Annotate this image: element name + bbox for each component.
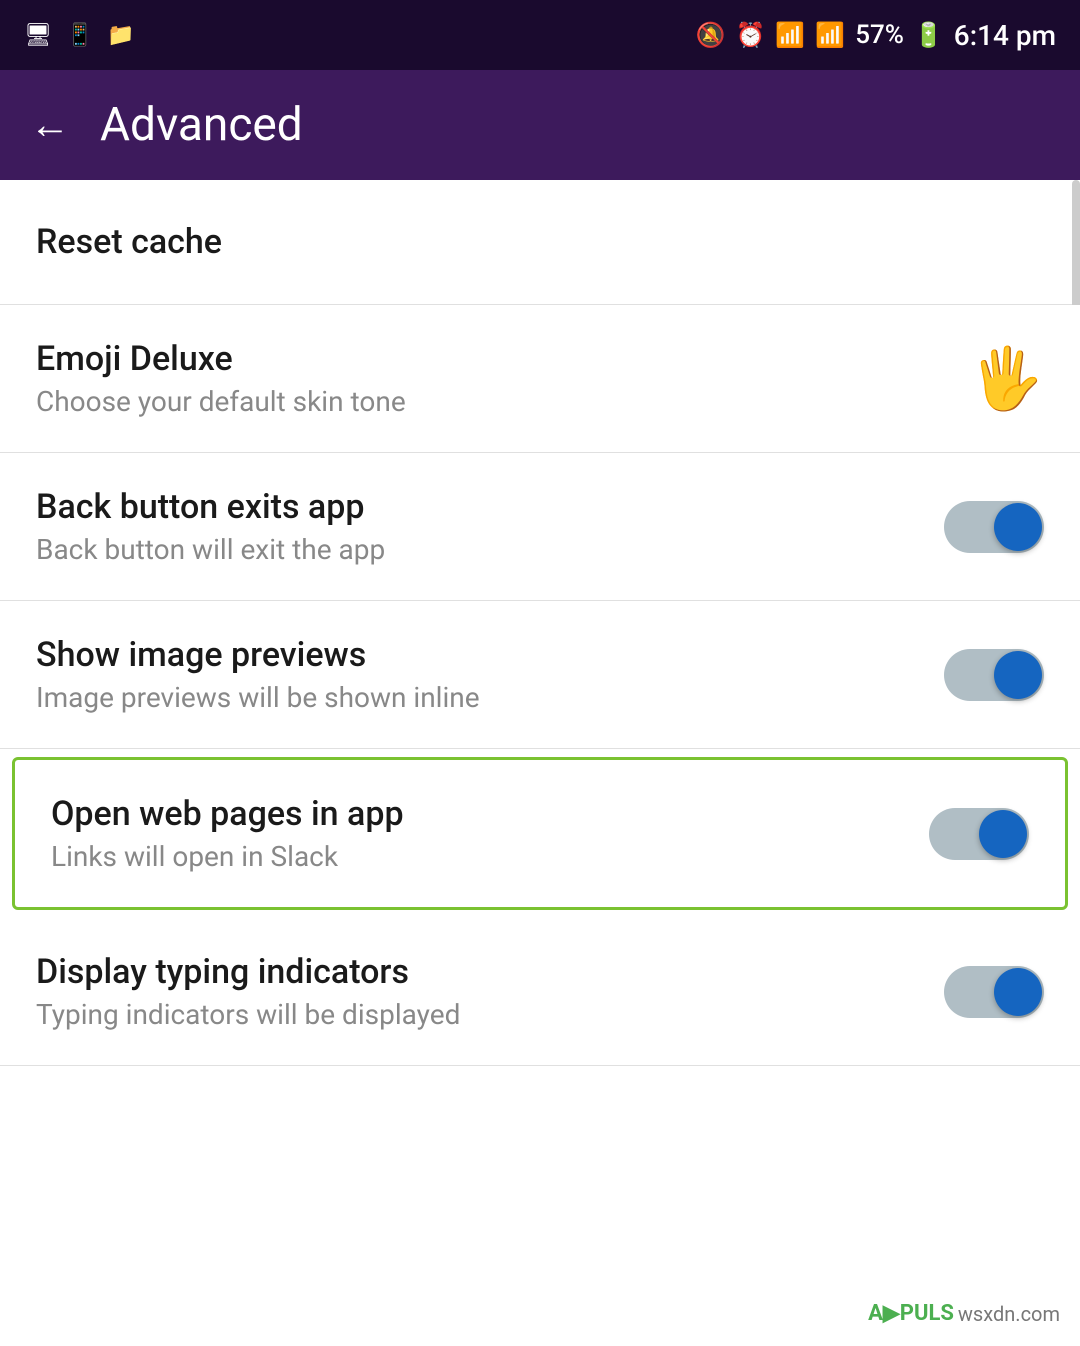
image-previews-text: Show image previews Image previews will … [36,635,944,714]
reset-cache-label: Reset cache [36,222,222,262]
watermark-logo: A▶PULS [868,1301,954,1326]
status-bar-left-icons: 🖥 📱 📁 [24,23,135,48]
time-display: 6:14 pm [954,19,1056,52]
open-web-pages-text: Open web pages in app Links will open in… [51,794,929,873]
open-web-pages-title: Open web pages in app [51,794,929,834]
open-web-pages-subtitle: Links will open in Slack [51,840,929,873]
emoji-deluxe-text: Emoji Deluxe Choose your default skin to… [36,339,969,418]
toggle-thumb [994,503,1042,551]
typing-indicators-title: Display typing indicators [36,952,944,992]
back-button-subtitle: Back button will exit the app [36,533,944,566]
image-previews-title: Show image previews [36,635,944,675]
emoji-hand-icon: 🖐 [969,349,1044,409]
setting-item-back-button[interactable]: Back button exits app Back button will e… [0,453,1080,601]
mute-icon: 🔕 [696,21,726,49]
alarm-icon: ⏰ [736,21,766,49]
wifi-icon: 📶 [775,21,805,49]
emoji-deluxe-title: Emoji Deluxe [36,339,969,379]
monitor-icon: 🖥 [24,23,52,48]
setting-item-typing-indicators[interactable]: Display typing indicators Typing indicat… [0,918,1080,1066]
image-previews-toggle[interactable] [944,649,1044,701]
typing-indicators-toggle[interactable] [944,966,1044,1018]
app-bar: ← Advanced [0,70,1080,180]
typing-indicators-text: Display typing indicators Typing indicat… [36,952,944,1031]
setting-item-image-previews[interactable]: Show image previews Image previews will … [0,601,1080,749]
settings-content: Reset cache Emoji Deluxe Choose your def… [0,180,1080,1066]
toggle-thumb [994,968,1042,1016]
typing-indicators-subtitle: Typing indicators will be displayed [36,998,944,1031]
image-previews-subtitle: Image previews will be shown inline [36,681,944,714]
watermark: A▶PULS wsxdn.com [868,1301,1060,1326]
folder-icon: 📁 [107,23,134,48]
open-web-pages-toggle[interactable] [929,808,1029,860]
watermark-url: wsxdn.com [958,1302,1060,1326]
setting-item-reset-cache[interactable]: Reset cache [0,180,1080,305]
toggle-thumb [979,810,1027,858]
back-button[interactable]: ← [30,105,70,145]
setting-item-emoji-deluxe[interactable]: Emoji Deluxe Choose your default skin to… [0,305,1080,453]
status-bar-right-icons: 🔕 ⏰ 📶 📶 57% 🔋 6:14 pm [696,19,1056,52]
page-title: Advanced [100,98,303,152]
back-button-title: Back button exits app [36,487,944,527]
emoji-deluxe-subtitle: Choose your default skin tone [36,385,969,418]
phone-icon: 📱 [66,23,93,48]
toggle-thumb [994,651,1042,699]
battery-percent: 57% [855,20,904,50]
battery-icon: 🔋 [914,21,944,49]
setting-item-open-web-pages[interactable]: Open web pages in app Links will open in… [12,757,1068,910]
back-button-text: Back button exits app Back button will e… [36,487,944,566]
back-button-toggle[interactable] [944,501,1044,553]
status-bar: 🖥 📱 📁 🔕 ⏰ 📶 📶 57% 🔋 6:14 pm [0,0,1080,70]
signal-icon: 📶 [815,21,845,49]
